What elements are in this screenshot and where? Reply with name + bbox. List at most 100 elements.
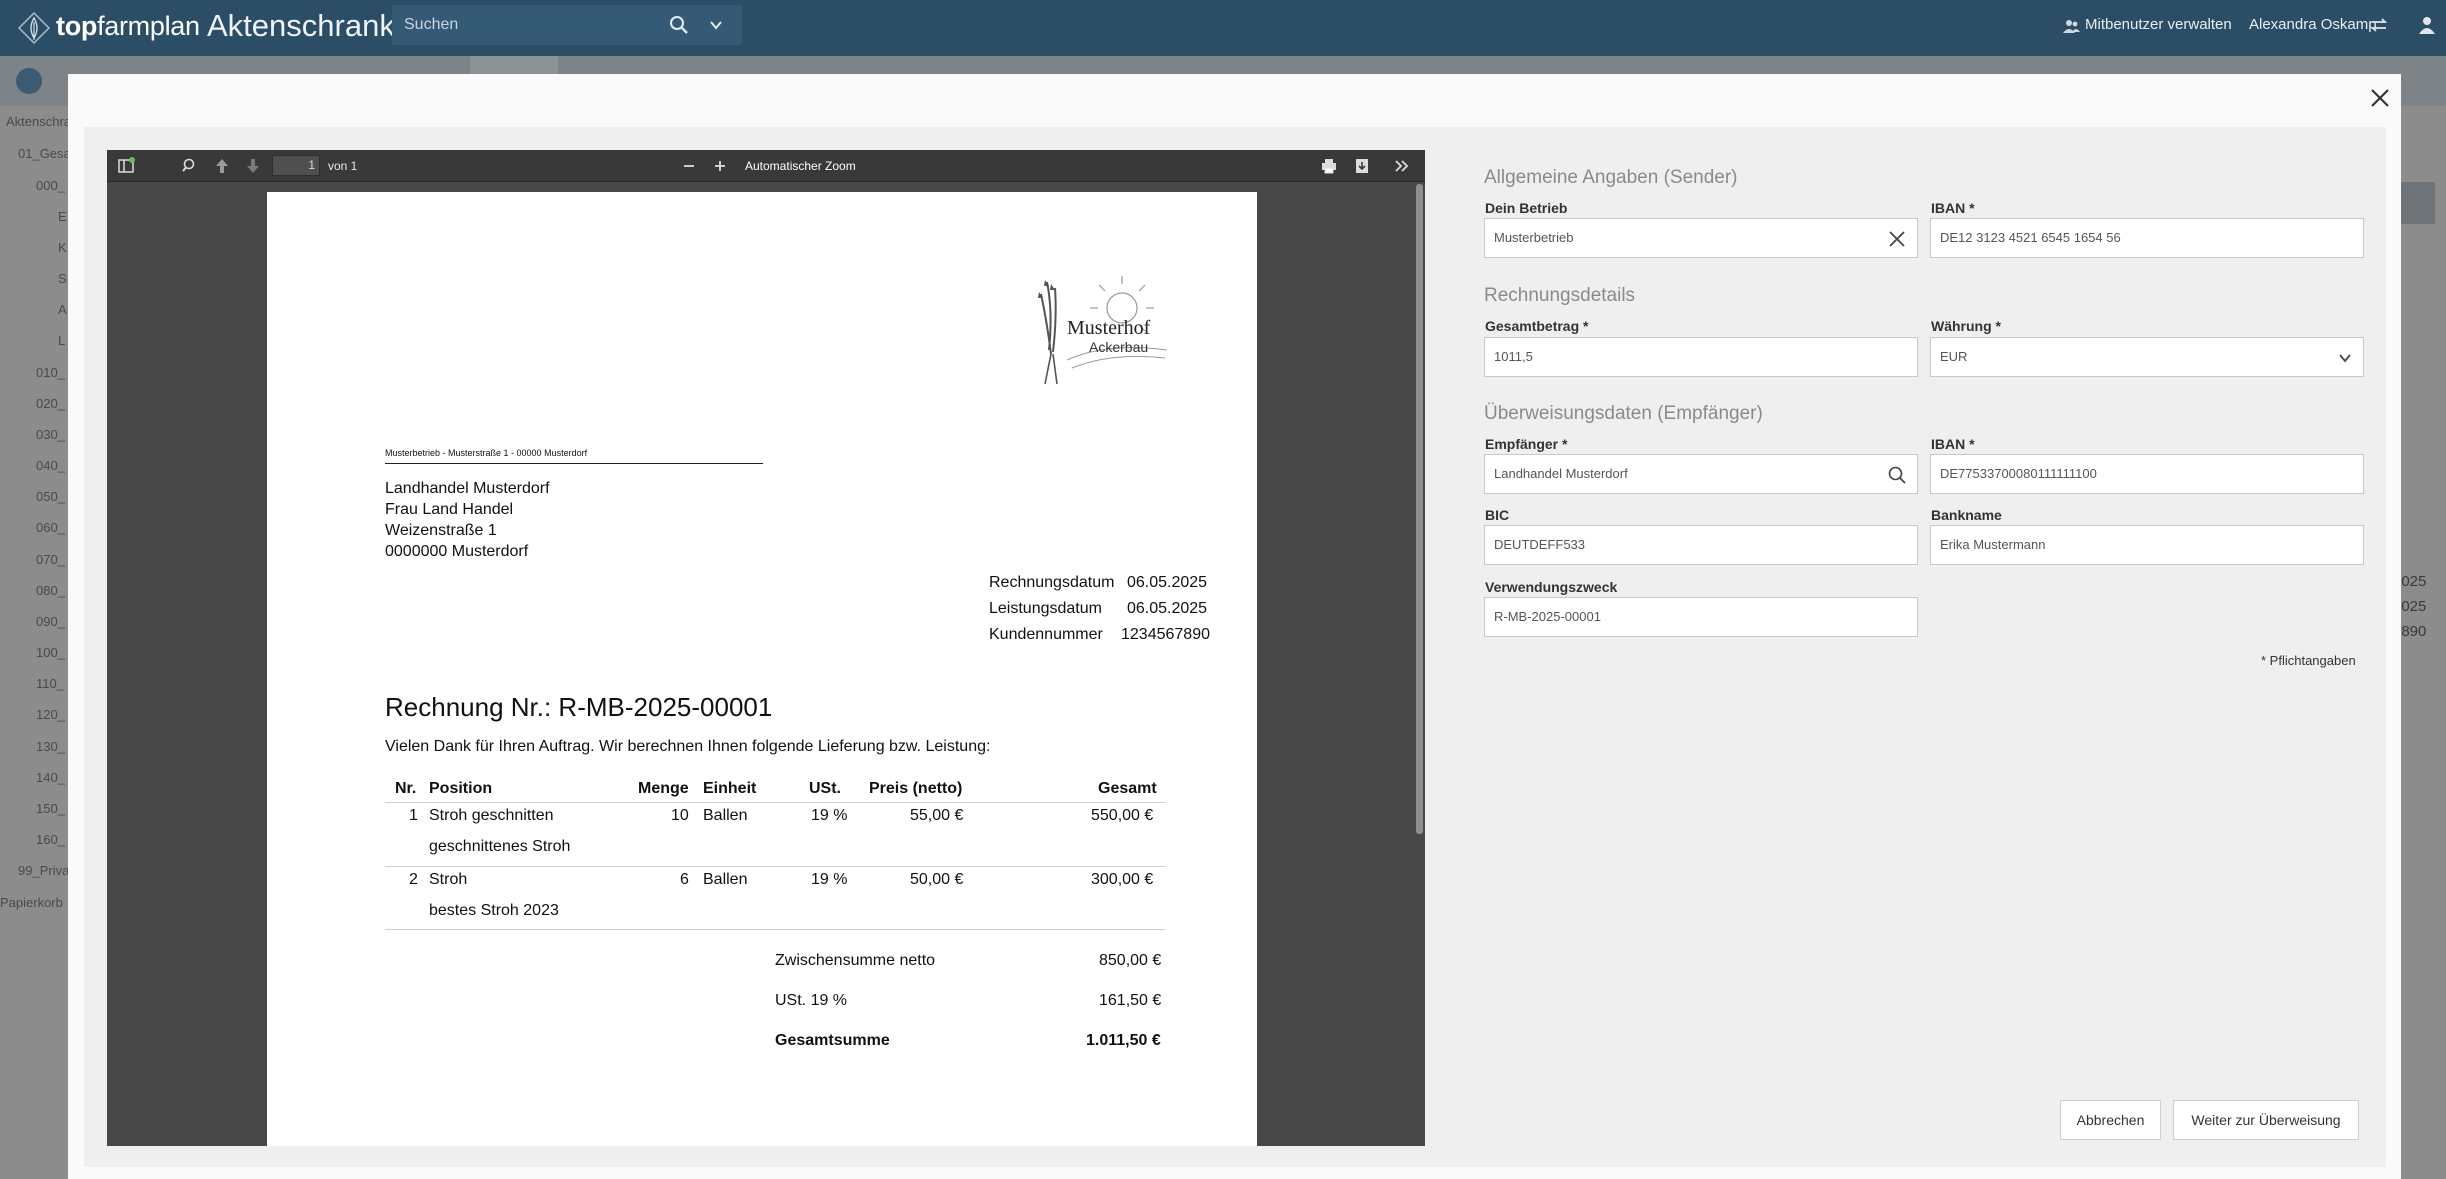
row-nr: 2 <box>409 871 418 888</box>
manage-users-link[interactable]: Mitbenutzer verwalten <box>2085 16 2232 33</box>
background-folder-tree: Aktenschrank 01_Gesa 000_ E K S A L 010_… <box>0 106 85 1179</box>
iban-sender-label: IBAN * <box>1931 200 1975 216</box>
switch-arrows-icon[interactable] <box>2370 17 2388 33</box>
betrieb-field[interactable]: Musterbetrieb <box>1484 218 1918 258</box>
top-app-bar: topfarmplan Aktenschrank Mitbenutzer ver… <box>0 0 2446 56</box>
search-input[interactable] <box>404 11 654 39</box>
row-ust: 19 % <box>811 871 848 888</box>
svg-text:Musterhof: Musterhof <box>1067 317 1151 339</box>
global-search <box>392 5 742 45</box>
document-icon <box>16 68 42 94</box>
currency-label: Währung * <box>1931 318 2001 334</box>
iban-recipient-field[interactable]: DE77533700080111111100 <box>1930 454 2364 494</box>
bic-field[interactable]: DEUTDEFF533 <box>1484 525 1918 565</box>
bic-label: BIC <box>1485 507 1510 523</box>
row-preis: 50,00 € <box>910 871 964 888</box>
recipient-label: Empfänger * <box>1485 436 1568 452</box>
users-icon <box>2063 20 2080 33</box>
total-value: 1.011,50 € <box>1086 1032 1161 1049</box>
iban-recipient-label: IBAN * <box>1931 436 1975 452</box>
amount-label: Gesamtbetrag * <box>1485 318 1589 334</box>
row-nr: 1 <box>409 807 418 824</box>
chevron-down-icon[interactable] <box>708 17 724 33</box>
leaf-logo-icon <box>17 11 51 45</box>
recipient-line: Weizenstraße 1 <box>385 522 497 539</box>
col-header-position: Position <box>429 780 493 797</box>
invoice-date-label: Rechnungsdatum <box>989 574 1115 591</box>
currency-select[interactable]: EUR <box>1930 337 2364 377</box>
customer-number-label: Kundennummer <box>989 626 1103 643</box>
col-header-einheit: Einheit <box>703 780 757 797</box>
download-icon[interactable] <box>1353 157 1371 175</box>
user-icon[interactable] <box>2418 16 2436 34</box>
purpose-label: Verwendungszweck <box>1485 579 1618 595</box>
service-date-label: Leistungsdatum <box>989 600 1102 617</box>
pdf-viewer: 1 von 1 Automatischer Zoom Musterhof Ack… <box>107 150 1425 1146</box>
search-icon[interactable] <box>1887 465 1907 485</box>
zoom-select[interactable]: Automatischer Zoom <box>737 155 873 177</box>
col-header-gesamt: Gesamt <box>1098 780 1157 797</box>
row-description: geschnittenes Stroh <box>429 838 571 855</box>
betrieb-label: Dein Betrieb <box>1485 200 1568 216</box>
col-header-ust: USt. <box>809 780 841 797</box>
invoice-intro: Vielen Dank für Ihren Auftrag. Wir berec… <box>385 738 991 755</box>
customer-number-value: 1234567890 <box>1121 626 1210 643</box>
page-number-input[interactable]: 1 <box>272 155 320 176</box>
section-invoice-title: Rechnungsdetails <box>1484 285 1636 306</box>
service-date-value: 06.05.2025 <box>1127 600 1208 617</box>
bankname-field[interactable]: Erika Mustermann <box>1930 525 2364 565</box>
brand-name[interactable]: topfarmplan <box>56 11 200 42</box>
row-menge: 10 <box>671 807 689 824</box>
recipient-field[interactable]: Landhandel Musterdorf <box>1484 454 1918 494</box>
tools-menu-icon[interactable] <box>1393 157 1411 175</box>
invoice-date-value: 06.05.2025 <box>1127 574 1208 591</box>
user-name[interactable]: Alexandra Oskamp <box>2249 16 2377 33</box>
vat-label: USt. 19 % <box>775 992 848 1009</box>
vat-value: 161,50 € <box>1099 992 1162 1009</box>
invoice-title: Rechnung Nr.: R-MB-2025-00001 <box>385 692 773 722</box>
amount-field[interactable]: 1011,5 <box>1484 337 1918 377</box>
search-icon[interactable] <box>668 14 690 36</box>
zoom-in-icon[interactable] <box>711 157 729 175</box>
subtotal-value: 850,00 € <box>1099 952 1162 969</box>
bankname-label: Bankname <box>1931 507 2002 523</box>
row-position: Stroh <box>429 871 468 888</box>
print-icon[interactable] <box>1320 157 1338 175</box>
page-count: von 1 <box>328 159 358 173</box>
find-icon[interactable] <box>181 157 199 175</box>
zoom-out-icon[interactable] <box>680 157 698 175</box>
row-preis: 55,00 € <box>910 807 964 824</box>
section-sender-title: Allgemeine Angaben (Sender) <box>1484 167 1738 188</box>
required-fields-note: * Pflichtangaben <box>2261 653 2356 668</box>
purpose-field[interactable]: R-MB-2025-00001 <box>1484 597 1918 637</box>
close-icon[interactable] <box>2366 84 2394 112</box>
row-gesamt: 550,00 € <box>1091 807 1154 824</box>
section-recipient-title: Überweisungsdaten (Empfänger) <box>1484 403 1763 424</box>
sender-line: Musterbetrieb - Musterstraße 1 - 00000 M… <box>385 448 588 458</box>
chevron-down-icon <box>2339 354 2351 363</box>
row-position: Stroh geschnitten <box>429 807 554 824</box>
iban-sender-field[interactable]: DE12 3123 4521 6545 1654 56 <box>1930 218 2364 258</box>
sidebar-toggle-icon[interactable] <box>117 157 135 175</box>
app-title: Aktenschrank <box>207 8 395 43</box>
cancel-button[interactable]: Abbrechen <box>2060 1100 2161 1140</box>
row-einheit: Ballen <box>703 807 748 824</box>
previous-page-icon[interactable] <box>213 157 231 175</box>
row-gesamt: 300,00 € <box>1091 871 1154 888</box>
total-label: Gesamtsumme <box>775 1032 890 1049</box>
continue-transfer-button[interactable]: Weiter zur Überweisung <box>2173 1100 2359 1140</box>
row-ust: 19 % <box>811 807 848 824</box>
row-einheit: Ballen <box>703 871 748 888</box>
clear-icon[interactable] <box>1887 229 1907 249</box>
recipient-line: 0000000 Musterdorf <box>385 543 529 560</box>
recipient-line: Frau Land Handel <box>385 501 514 518</box>
row-description: bestes Stroh 2023 <box>429 902 559 919</box>
col-header-nr: Nr. <box>395 780 417 797</box>
musterhof-logo: Musterhof Ackerbau <box>1038 276 1168 385</box>
next-page-icon[interactable] <box>244 157 262 175</box>
col-header-preis: Preis (netto) <box>869 780 963 797</box>
viewer-scrollbar[interactable] <box>1416 184 1423 834</box>
subtotal-label: Zwischensumme netto <box>775 952 936 969</box>
col-header-menge: Menge <box>638 780 689 797</box>
svg-text:Ackerbau: Ackerbau <box>1089 339 1148 355</box>
